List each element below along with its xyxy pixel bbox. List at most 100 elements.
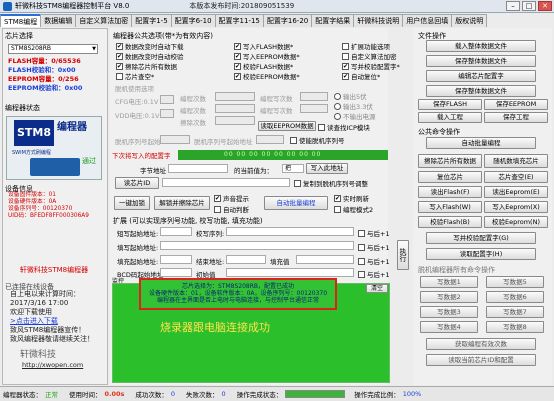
opt-sound[interactable]: 声音提示 [214, 193, 249, 203]
tab-stm8-program[interactable]: STM8编程 [0, 14, 42, 27]
read-eeprom-button[interactable]: 读出Eeprom(E) [484, 186, 548, 198]
radio-5v[interactable]: 输出5伏 [334, 91, 367, 101]
save-project-button[interactable]: 保存工程 [484, 112, 548, 123]
checkbox-icon[interactable] [290, 136, 297, 144]
one-key-lock-button[interactable]: 一键加锁 [114, 196, 150, 210]
opt-auto-verify[interactable]: 数据改变时自动校验 [116, 51, 184, 61]
maximize-button[interactable]: □ [522, 1, 536, 11]
vdd-voltage-field[interactable] [160, 109, 174, 118]
tab-user-info[interactable]: 用户信息回填 [402, 14, 453, 27]
extend-row3-b-input[interactable] [226, 255, 266, 264]
chip-select[interactable]: STM8S208RB [8, 44, 98, 54]
close-button[interactable]: ✕ [538, 1, 552, 11]
load-data-file-button[interactable]: 载入整体数据文件 [426, 40, 536, 52]
offline-write-4-button[interactable]: 写数据4 [420, 321, 478, 333]
checkbox-icon[interactable] [342, 42, 349, 50]
count-value-1[interactable] [300, 92, 328, 101]
tab-config-1-5[interactable]: 配置字1-5 [131, 14, 172, 27]
cfg-voltage-field[interactable] [160, 95, 174, 104]
extend-row3-mark[interactable]: 与后+1 [358, 256, 390, 266]
load-project-button[interactable]: 载入工程 [418, 112, 482, 123]
unlock-erase-button[interactable]: 解锁并擦除芯片 [154, 196, 210, 210]
count-field-2[interactable] [215, 104, 255, 113]
read-chip-id-button[interactable]: 读芯片ID [115, 177, 159, 189]
extend-row2-mark[interactable]: 与后+1 [358, 242, 390, 252]
checkbox-icon[interactable] [234, 62, 241, 70]
tab-custom-encrypt[interactable]: 自定义算法加密 [75, 14, 133, 27]
offline-write-1-button[interactable]: 写数据1 [420, 276, 478, 288]
blank-check-button[interactable]: 芯片查空(E) [484, 171, 548, 183]
radio-icon[interactable] [334, 112, 341, 120]
read-chip-id-config-button[interactable]: 读取当前芯片ID和配置 [426, 354, 536, 366]
checkbox-icon[interactable] [116, 42, 123, 50]
tab-config-16-20[interactable]: 配置字16-20 [262, 14, 313, 27]
auto-program-button[interactable]: 自动批量编程 [264, 196, 328, 210]
opt-blank-check[interactable]: 芯片查空* [116, 71, 154, 81]
extend-row1-mark[interactable]: 与后+1 [358, 228, 390, 238]
save-flash-button[interactable]: 保存FLASH [418, 99, 482, 110]
checkbox-icon[interactable] [342, 62, 349, 70]
byte-addr-input[interactable] [168, 164, 228, 173]
extend-row3-c-input[interactable] [296, 255, 354, 264]
tab-config-11-15[interactable]: 配置字11-15 [214, 14, 264, 27]
opt-prog-mode[interactable]: 编程模式2 [334, 204, 373, 214]
tab-copyright[interactable]: 版权说明 [451, 14, 488, 27]
read-icp-button[interactable]: 读取EEPROM数据 [258, 121, 316, 131]
radio-icon[interactable] [334, 102, 341, 110]
read-flash-button[interactable]: 读出Flash(F) [418, 186, 482, 198]
current-value-field[interactable]: 把 [282, 164, 304, 173]
checkbox-icon[interactable] [358, 257, 365, 265]
tab-config-result[interactable]: 配置字结果 [311, 14, 355, 27]
execute-button[interactable]: 执行 [397, 240, 409, 270]
chip-id-field[interactable] [162, 178, 290, 187]
opt-serial-enable[interactable]: 使能脱机序列号 [290, 135, 345, 145]
radio-no-power[interactable]: 不输出电源 [334, 111, 376, 121]
checkbox-icon[interactable] [358, 243, 365, 251]
save-data-file-button[interactable]: 保存整体数据文件 [426, 55, 536, 67]
opt-erase-all[interactable]: 擦除芯片所有数据 [116, 61, 177, 71]
opt-write-flash[interactable]: 写入FLASH数据* [234, 41, 293, 51]
save-data-file-2-button[interactable]: 保存整体数据文件 [426, 85, 536, 97]
extend-row1-b-input[interactable] [226, 227, 354, 236]
opt-extend[interactable]: 扩展功能选项 [342, 41, 390, 51]
offline-write-5-button[interactable]: 写数据5 [486, 276, 544, 288]
radio-3v3[interactable]: 输出3.3伏 [334, 101, 373, 111]
save-eeprom-button[interactable]: 保存EEPROM [484, 99, 548, 110]
serial-start-field[interactable] [160, 135, 190, 144]
offline-write-8-button[interactable]: 写数据8 [486, 321, 544, 333]
radio-icon[interactable] [334, 92, 341, 100]
opt-write-config[interactable]: 写并校验配置字* [342, 61, 400, 71]
offline-write-2-button[interactable]: 写数据2 [420, 291, 478, 303]
opt-auto-download[interactable]: 数据改变时自动下载 [116, 41, 184, 51]
count-field-3[interactable] [215, 116, 255, 125]
checkbox-icon[interactable] [342, 52, 349, 60]
checkbox-icon[interactable] [234, 72, 241, 80]
checkbox-icon[interactable] [234, 42, 241, 50]
offline-write-3-button[interactable]: 写数据3 [420, 306, 478, 318]
tab-config-6-10[interactable]: 配置字6-10 [170, 14, 216, 27]
write-verify-config-button[interactable]: 写并校验配置字(G) [426, 232, 536, 244]
opt-icp-find[interactable]: 读查找ICP模块 [318, 122, 370, 132]
count-value-2[interactable] [300, 104, 328, 113]
offline-write-6-button[interactable]: 写数据6 [486, 291, 544, 303]
edit-config-button[interactable]: 编辑芯片配置字 [426, 70, 536, 82]
verify-eeprom-button[interactable]: 校验Eeprom(N) [484, 216, 548, 228]
tab-about[interactable]: 轩微科技说明 [353, 14, 404, 27]
opt-auto-check[interactable]: 自动判断 [214, 204, 249, 214]
opt-realtime[interactable]: 实时刷新 [334, 193, 369, 203]
checkbox-icon[interactable] [214, 205, 221, 213]
serial-addr-field[interactable] [256, 135, 284, 144]
checkbox-icon[interactable] [116, 62, 123, 70]
opt-custom-encrypt[interactable]: 自定义算法加密 [342, 51, 397, 61]
checkbox-icon[interactable] [116, 52, 123, 60]
checkbox-icon[interactable] [214, 194, 221, 202]
write-flash-button[interactable]: 写入Flash(W) [418, 201, 482, 213]
extend-row1-a-input[interactable] [160, 227, 192, 236]
opt-verify-eeprom[interactable]: 校验EEPROM数据* [234, 71, 300, 81]
checkbox-icon[interactable] [334, 205, 341, 213]
checkbox-icon[interactable] [334, 194, 341, 202]
opt-auto-reset[interactable]: 自动复位* [342, 71, 380, 81]
erase-all-button[interactable]: 擦除芯片所有数据 [418, 154, 482, 168]
opt-copy-serial[interactable]: 复制到脱机序列号调整 [294, 178, 368, 188]
opt-write-eeprom[interactable]: 写入EEPROM数据* [234, 51, 300, 61]
